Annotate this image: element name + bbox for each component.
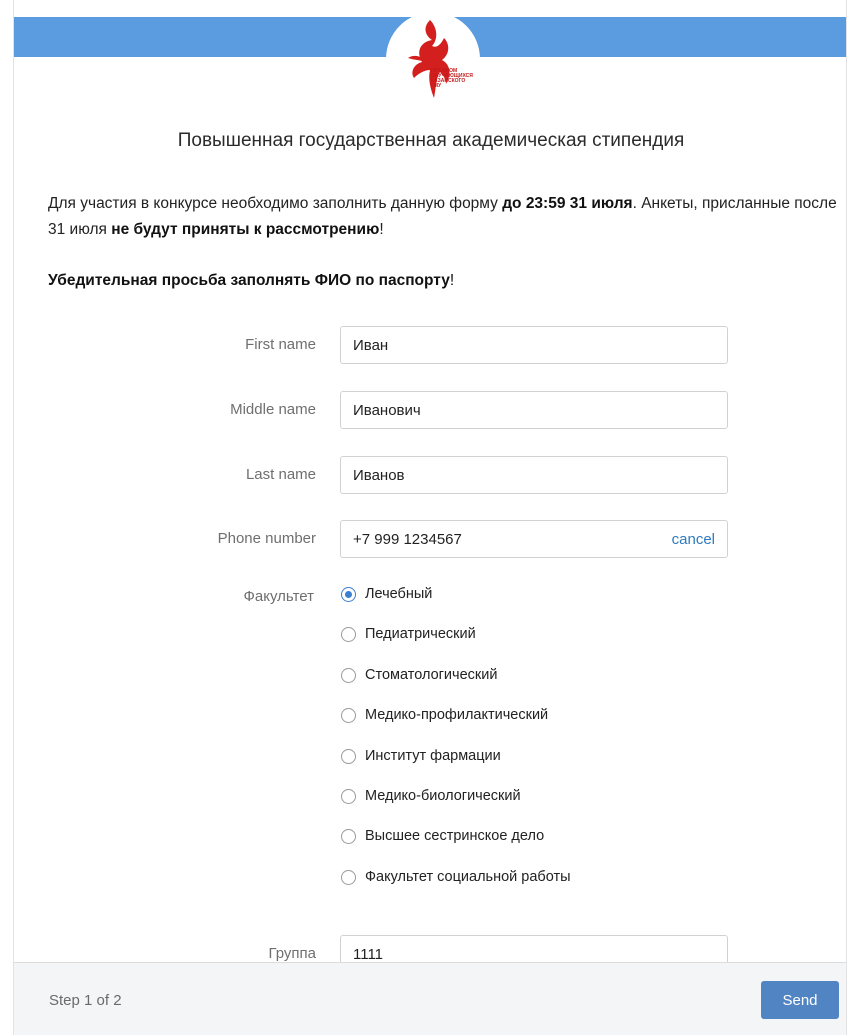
logo: ПРОФКОМ ОБУЧАЮЩИХСЯ КАЗАНСКОГО ГМУ	[386, 12, 480, 106]
first-name-label: First name	[245, 336, 316, 353]
intro-text: Для участия в конкурсе необходимо заполн…	[48, 191, 838, 243]
radio-button[interactable]	[341, 708, 356, 724]
faculty-option-label: Стоматологический	[365, 666, 498, 683]
form-title: Повышенная государственная академическая…	[177, 130, 685, 151]
phone-value: +7 999 1234567	[353, 531, 462, 548]
faculty-option-label: Медико-профилактический	[365, 707, 549, 724]
radio-button[interactable]	[341, 869, 356, 885]
radio-button[interactable]	[341, 667, 356, 683]
last-name-input[interactable]: Иванов	[340, 456, 728, 494]
intro-part-1: Для участия в конкурсе необходимо заполн…	[48, 195, 503, 212]
last-name-label: Last name	[245, 466, 316, 483]
group-label: Группа	[268, 945, 316, 962]
radio-button[interactable]	[341, 587, 356, 602]
faculty-option-label: Институт фармации	[365, 747, 501, 764]
faculty-option-label: Факультет социальной работы	[365, 868, 571, 885]
phone-label: Phone number	[217, 530, 316, 547]
faculty-option-label: Высшее сестринское дело	[365, 828, 545, 845]
faculty-label: Факультет	[243, 588, 314, 605]
first-name-row: First name Иван	[14, 326, 846, 366]
notice-text: Убедительная просьба заполнять ФИО по па…	[48, 272, 450, 289]
intro-deadline: до 23:59 31 июля	[502, 195, 633, 212]
faculty-option-label: Медико-биологический	[365, 787, 521, 804]
step-indicator: Step 1 of 2	[49, 992, 122, 1009]
logo-text: ПРОФКОМ ОБУЧАЮЩИХСЯ КАЗАНСКОГО ГМУ	[431, 68, 473, 89]
first-name-input[interactable]: Иван	[340, 326, 728, 364]
form-window: ПРОФКОМ ОБУЧАЮЩИХСЯ КАЗАНСКОГО ГМУ Повыш…	[13, 0, 847, 1035]
radio-button[interactable]	[341, 627, 356, 643]
radio-button[interactable]	[341, 829, 356, 845]
intro-part-3: !	[379, 221, 384, 238]
radio-button[interactable]	[341, 788, 356, 804]
middle-name-input[interactable]: Иванович	[340, 391, 728, 429]
faculty-option-label: Педиатрический	[365, 626, 476, 643]
form-footer: Step 1 of 2 Send	[14, 962, 846, 1035]
passport-notice: Убедительная просьба заполнять ФИО по па…	[48, 272, 454, 290]
send-button[interactable]: Send	[761, 981, 839, 1019]
middle-name-row: Middle name Иванович	[14, 391, 846, 431]
faculty-option-label: Лечебный	[365, 586, 433, 602]
phone-cancel-link[interactable]: cancel	[672, 531, 715, 548]
radio-button[interactable]	[341, 748, 356, 764]
notice-end: !	[449, 272, 455, 289]
phone-input[interactable]: +7 999 1234567 cancel	[340, 520, 728, 558]
middle-name-label: Middle name	[230, 401, 316, 418]
phone-row: Phone number +7 999 1234567 cancel	[14, 520, 846, 560]
intro-warning: не будут приняты к рассмотрению	[111, 221, 380, 238]
last-name-row: Last name Иванов	[14, 456, 846, 496]
